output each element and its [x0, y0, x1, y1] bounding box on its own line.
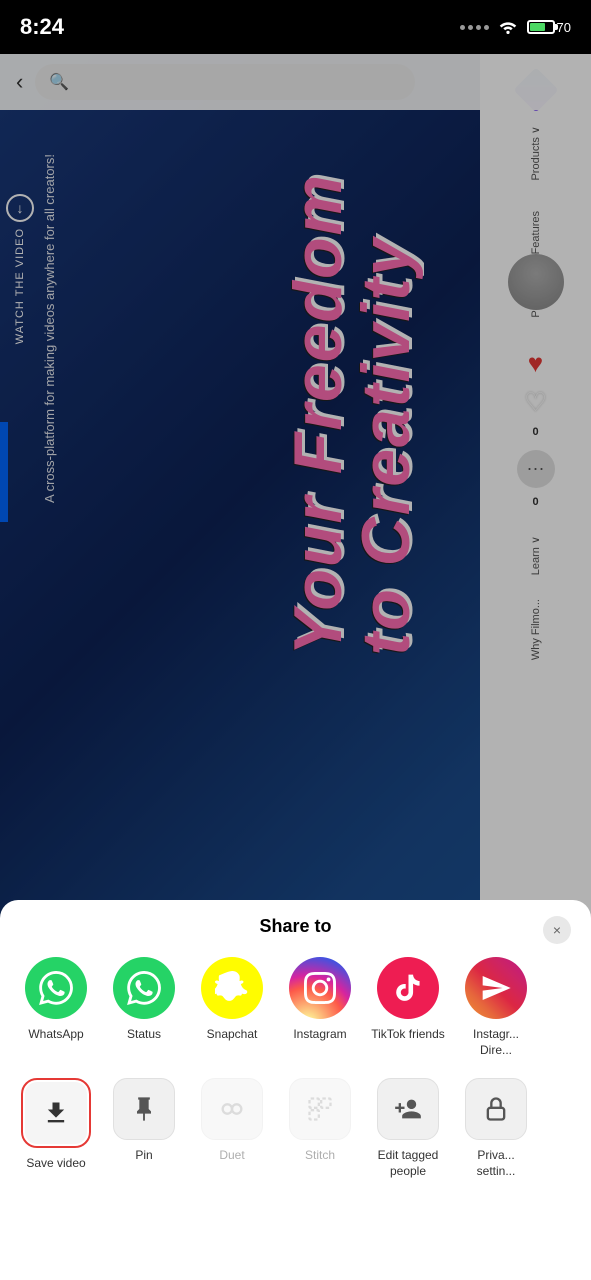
share-instagram[interactable]: Instagram [276, 953, 364, 1062]
snapchat-icon [201, 957, 263, 1019]
edit-tagged-label: Edit taggedpeople [378, 1148, 439, 1179]
pin-icon [113, 1078, 175, 1140]
privacy-settings-icon [465, 1078, 527, 1140]
status-label: Status [127, 1027, 161, 1043]
tiktok-friends-label: TikTok friends [371, 1027, 445, 1043]
status-bar: 8:24 70 [0, 0, 591, 54]
share-snapchat[interactable]: Snapchat [188, 953, 276, 1062]
share-sheet: Share to × WhatsApp [0, 900, 591, 1280]
status-time: 8:24 [20, 14, 64, 40]
privacy-settings-label: Priva...settin... [477, 1148, 516, 1179]
content-area: ↓ WATCH THE VIDEO Your Freedomto Creativ… [0, 54, 591, 1280]
pin-action[interactable]: Pin [100, 1074, 188, 1183]
edit-tagged-icon [377, 1078, 439, 1140]
instagram-direct-label: Instagr...Dire... [473, 1027, 519, 1058]
duet-icon [201, 1078, 263, 1140]
share-close-button[interactable]: × [543, 916, 571, 944]
save-video-label: Save video [26, 1156, 85, 1172]
edit-tagged-action[interactable]: Edit taggedpeople [364, 1074, 452, 1183]
instagram-direct-icon [465, 957, 527, 1019]
status-icon [113, 957, 175, 1019]
battery-indicator: 70 [527, 20, 571, 35]
instagram-label: Instagram [293, 1027, 346, 1043]
privacy-settings-action[interactable]: Priva...settin... [452, 1074, 540, 1183]
pin-label: Pin [135, 1148, 152, 1164]
save-video-icon [25, 1082, 87, 1144]
status-icons: 70 [460, 18, 571, 37]
share-tiktok-friends[interactable]: TikTok friends [364, 953, 452, 1062]
share-actions-row: Save video Pin Duet [0, 1062, 591, 1183]
instagram-icon [289, 957, 351, 1019]
whatsapp-label: WhatsApp [28, 1027, 83, 1043]
share-apps-row: WhatsApp Status Snapchat [0, 953, 591, 1062]
share-whatsapp[interactable]: WhatsApp [12, 953, 100, 1062]
snapchat-label: Snapchat [207, 1027, 258, 1043]
whatsapp-icon [25, 957, 87, 1019]
stitch-icon [289, 1078, 351, 1140]
tiktok-friends-icon [377, 957, 439, 1019]
share-status[interactable]: Status [100, 953, 188, 1062]
stitch-label: Stitch [305, 1148, 335, 1164]
share-sheet-header: Share to × [0, 916, 591, 953]
wifi-icon [497, 18, 519, 37]
save-video-action[interactable]: Save video [12, 1074, 100, 1183]
share-instagram-direct[interactable]: Instagr...Dire... [452, 953, 540, 1062]
share-sheet-title: Share to [259, 916, 331, 937]
duet-label: Duet [219, 1148, 244, 1164]
duet-action: Duet [188, 1074, 276, 1183]
stitch-action: Stitch [276, 1074, 364, 1183]
signal-icon [460, 25, 489, 30]
